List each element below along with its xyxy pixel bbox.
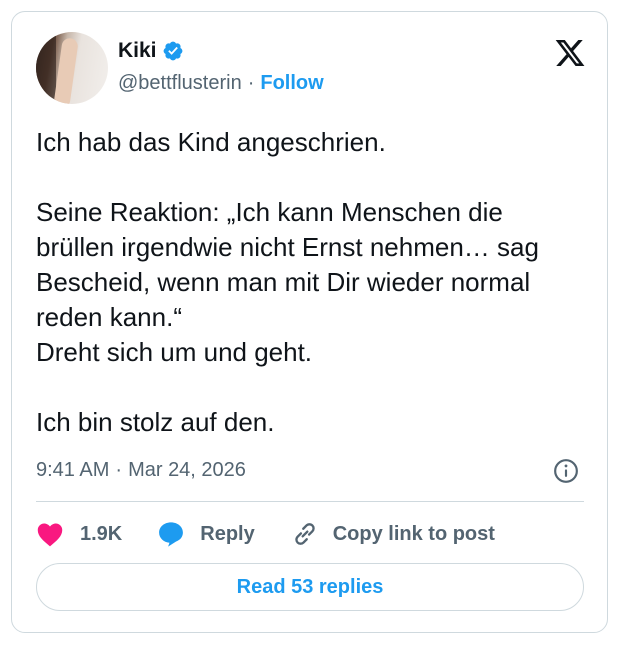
author-name-row: Kiki — [118, 39, 184, 63]
read-replies-label: Read 53 replies — [236, 575, 384, 598]
author-handle[interactable]: @bettflusterin — [118, 72, 242, 95]
heart-icon — [37, 523, 63, 547]
copy-link-label: Copy link to post — [332, 522, 495, 545]
author-name[interactable]: Kiki — [118, 39, 157, 63]
like-button[interactable]: 1.9K — [36, 521, 122, 547]
reply-label: Reply — [200, 522, 255, 545]
divider — [36, 501, 584, 502]
reply-button[interactable]: Reply — [156, 520, 255, 548]
author-handle-row: @bettflusterin · Follow — [118, 72, 324, 95]
avatar-arm — [53, 37, 79, 104]
tweet-time: 9:41 AM — [36, 459, 110, 481]
info-icon[interactable] — [553, 458, 579, 484]
read-replies-button[interactable]: Read 53 replies — [36, 563, 584, 611]
tweet-text: Ich hab das Kind angeschrien. Seine Reak… — [36, 127, 539, 437]
handle-separator: · — [247, 72, 255, 94]
x-logo-icon[interactable] — [553, 37, 587, 69]
avatar-shadow — [36, 32, 56, 104]
tweet-card: Kiki @bettflusterin · Follow Ich hab das… — [11, 11, 608, 633]
timestamp-separator: · — [115, 459, 123, 481]
verified-badge-icon — [163, 41, 182, 61]
follow-button[interactable]: Follow — [260, 72, 323, 95]
avatar[interactable] — [36, 32, 108, 104]
tweet-date: Mar 24, 2026 — [128, 459, 246, 481]
reply-bubble-icon — [159, 522, 184, 547]
copy-link-button[interactable]: Copy link to post — [291, 520, 495, 548]
link-icon — [295, 523, 315, 545]
tweet-timestamp[interactable]: 9:41 AM · Mar 24, 2026 — [36, 459, 246, 482]
like-count: 1.9K — [80, 522, 123, 545]
action-bar: 1.9K Reply Copy link to post — [36, 517, 495, 551]
